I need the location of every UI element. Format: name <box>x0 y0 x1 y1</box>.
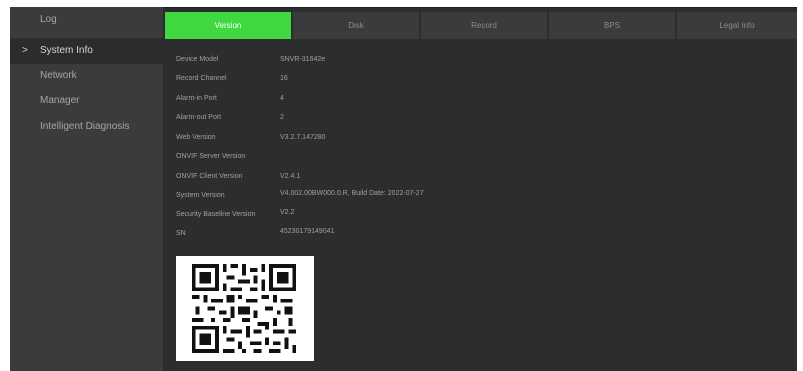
sn-value: 45230179149041 <box>280 228 335 235</box>
record-channel-label: Record Channel <box>176 75 227 82</box>
device-model-value: SNVR-31642e <box>280 56 326 63</box>
tab-legal-info[interactable]: Legal Info <box>677 12 797 39</box>
device-model-label: Device Model <box>176 56 219 63</box>
sn-label: SN <box>176 230 186 237</box>
sidebar-item-network[interactable]: Network <box>10 63 163 89</box>
qr-code-panel <box>176 256 314 361</box>
alarm-out-port-value: 2 <box>280 114 284 121</box>
tab-label: Legal Info <box>719 21 755 30</box>
onvif-client-version-label: ONVIF Client Version <box>176 173 243 180</box>
tab-label: Record <box>471 21 497 30</box>
tab-record[interactable]: Record <box>421 12 547 39</box>
sidebar-item-system-info[interactable]: > System Info <box>10 38 163 64</box>
system-version-label: System Version <box>176 192 225 199</box>
sidebar-item-manager[interactable]: Manager <box>10 88 163 114</box>
system-version-value: V4.002.00BW000.0.R, Build Date: 2022-07-… <box>280 190 424 197</box>
tab-bps[interactable]: BPS <box>549 12 675 39</box>
sidebar-item-label: Manager <box>40 95 80 106</box>
alarm-in-port-value: 4 <box>280 95 284 102</box>
sidebar-item-label: Intelligent Diagnosis <box>40 121 130 132</box>
alarm-in-port-label: Alarm-in Port <box>176 95 217 102</box>
tab-version[interactable]: Version <box>165 12 291 39</box>
security-baseline-version-label: Security Baseline Version <box>176 211 256 218</box>
onvif-server-version-label: ONVIF Server Version <box>176 153 246 160</box>
tab-label: BPS <box>603 21 620 30</box>
onvif-client-version-value: V2.4.1 <box>280 173 301 180</box>
web-version-value: V3.2.7.147280 <box>280 134 326 141</box>
security-baseline-version-value: V2.2 <box>280 209 295 216</box>
tab-label: Version <box>214 21 242 30</box>
tab-bar: Version Disk Record BPS Legal Info <box>165 12 797 39</box>
sidebar-item-log[interactable]: Log <box>10 7 163 33</box>
chevron-right-icon: > <box>22 45 28 56</box>
sidebar: Log > System Info Network Manager Intell… <box>10 7 163 371</box>
tab-label: Disk <box>348 21 364 30</box>
sidebar-item-label: System Info <box>40 45 93 56</box>
app-frame: Log > System Info Network Manager Intell… <box>10 7 797 371</box>
web-version-label: Web Version <box>176 134 216 141</box>
record-channel-value: 16 <box>280 75 288 82</box>
tab-disk[interactable]: Disk <box>293 12 419 39</box>
alarm-out-port-label: Alarm-out Port <box>176 114 222 121</box>
sidebar-item-label: Log <box>40 14 57 25</box>
sidebar-item-intelligent-diagnosis[interactable]: Intelligent Diagnosis <box>10 114 163 140</box>
sidebar-item-label: Network <box>40 70 77 81</box>
qr-code-icon <box>188 260 300 357</box>
